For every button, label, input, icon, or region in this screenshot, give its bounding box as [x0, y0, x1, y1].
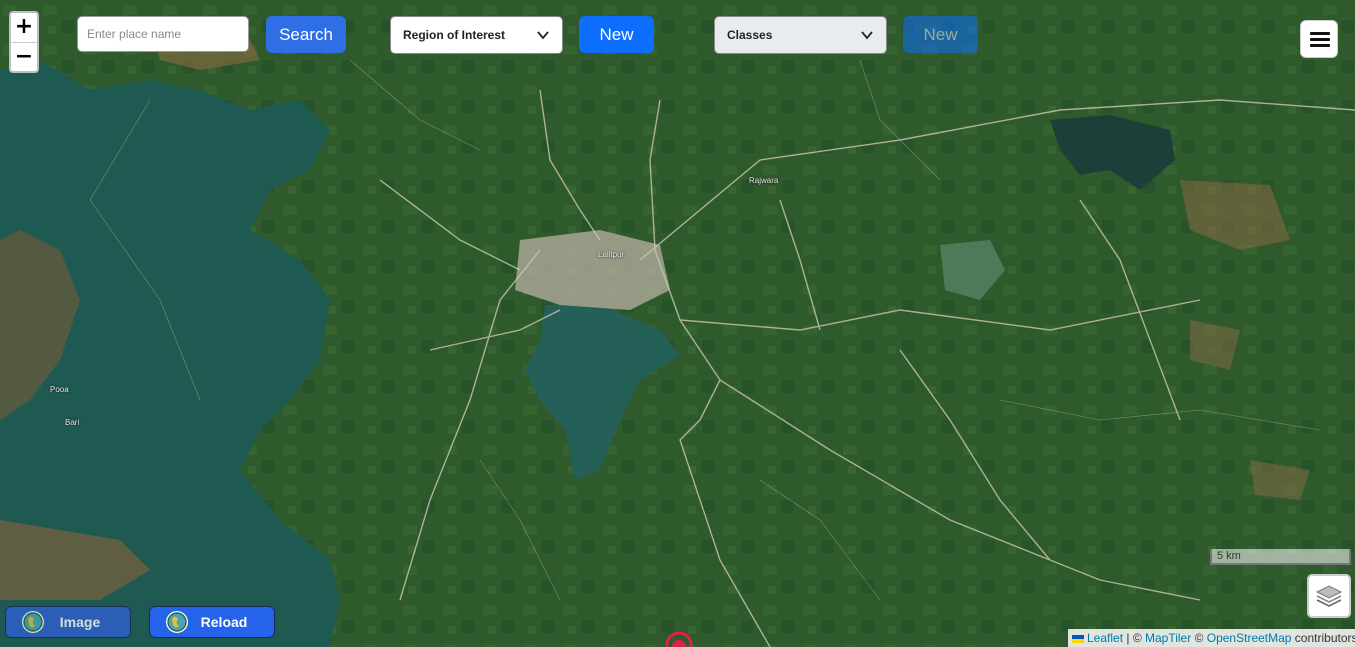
new-class-button[interactable]: New: [903, 16, 978, 53]
reload-button-label: Reload: [200, 614, 248, 630]
region-of-interest-value: Region of Interest: [403, 28, 506, 42]
layers-button[interactable]: [1307, 574, 1351, 618]
maptiler-link[interactable]: MapTiler: [1145, 631, 1191, 645]
chevron-down-icon: [537, 31, 549, 40]
region-of-interest-select[interactable]: Region of Interest: [390, 16, 563, 54]
openstreetmap-link[interactable]: OpenStreetMap: [1207, 631, 1292, 645]
hamburger-icon: [1310, 32, 1330, 35]
attribution-separator: | ©: [1123, 631, 1145, 645]
image-button-label: Image: [59, 614, 101, 630]
search-button[interactable]: Search: [266, 16, 346, 53]
place-label: Bari: [65, 418, 80, 427]
place-search-input[interactable]: [77, 16, 249, 52]
zoom-out-button[interactable]: −: [11, 43, 37, 71]
map-attribution: Leaflet | © MapTiler © OpenStreetMap con…: [1068, 629, 1355, 647]
chevron-down-icon: [861, 31, 873, 40]
place-label: Pooa: [50, 385, 69, 394]
scale-bar: 5 km: [1210, 549, 1351, 565]
new-region-button[interactable]: New: [579, 16, 654, 53]
image-button[interactable]: Image: [5, 606, 131, 638]
satellite-map[interactable]: Lalitpur Rajwara Pooa Bari: [0, 0, 1355, 647]
leaflet-link[interactable]: Leaflet: [1087, 631, 1123, 645]
menu-button[interactable]: [1300, 20, 1338, 58]
zoom-in-button[interactable]: +: [11, 13, 37, 43]
layers-icon: [1315, 585, 1343, 607]
place-label: Rajwara: [749, 176, 779, 185]
classes-select[interactable]: Classes: [714, 16, 887, 54]
reload-button[interactable]: Reload: [149, 606, 275, 638]
attribution-tail: contributors: [1291, 631, 1355, 645]
zoom-control: + −: [9, 11, 39, 73]
attribution-separator: ©: [1191, 631, 1207, 645]
ukraine-flag-icon: [1072, 634, 1084, 643]
place-label: Lalitpur: [598, 250, 625, 259]
classes-value: Classes: [727, 28, 773, 42]
hamburger-icon: [1310, 38, 1330, 41]
hamburger-icon: [1310, 44, 1330, 47]
map-tiles: [0, 0, 1355, 647]
